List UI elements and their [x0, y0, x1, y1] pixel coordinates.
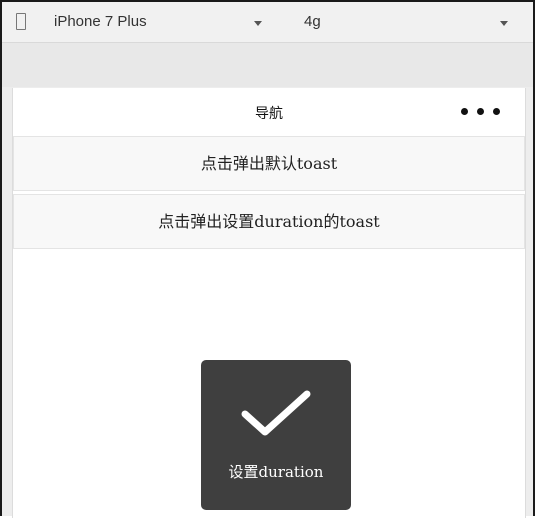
- simulator-window: iPhone 7 Plus 4g 导航 点击弹出默认toast 点击弹出设置du…: [0, 0, 535, 518]
- page-title: 导航: [255, 105, 283, 121]
- network-dropdown[interactable]: 4g: [304, 11, 518, 33]
- toast-popup: 设置duration: [201, 360, 351, 510]
- dot: [461, 108, 468, 115]
- dot: [493, 108, 500, 115]
- navigation-bar: 导航: [13, 88, 525, 136]
- duration-toast-button[interactable]: 点击弹出设置duration的toast: [13, 194, 525, 249]
- phone-outline-icon[interactable]: [16, 13, 26, 30]
- device-dropdown[interactable]: iPhone 7 Plus: [54, 11, 274, 33]
- default-toast-button[interactable]: 点击弹出默认toast: [13, 136, 525, 191]
- simulator-status-area: [2, 43, 533, 87]
- device-toolbar: iPhone 7 Plus 4g: [2, 2, 533, 43]
- checkmark-icon: [241, 390, 311, 436]
- chevron-down-icon: [254, 21, 262, 26]
- device-dropdown-label: iPhone 7 Plus: [54, 13, 147, 30]
- dot: [477, 108, 484, 115]
- chevron-down-icon: [500, 21, 508, 26]
- network-dropdown-label: 4g: [304, 13, 321, 30]
- phone-screen: 导航 点击弹出默认toast 点击弹出设置duration的toast 设置du…: [12, 88, 526, 518]
- toast-message: 设置duration: [228, 463, 324, 481]
- more-dots-icon[interactable]: [461, 104, 505, 118]
